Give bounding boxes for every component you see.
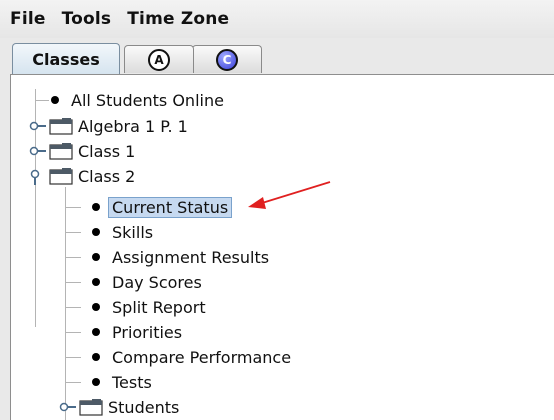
expand-handle-icon[interactable] [29,145,47,157]
tree-connector-h [65,207,81,208]
folder-icon [49,143,73,160]
tree-item-label: Split Report [112,297,206,317]
expand-handle-icon[interactable] [59,401,77,413]
bullet-icon [92,228,100,236]
bullet-icon [92,303,100,311]
tree-connector-h [65,357,81,358]
tree-folder-algebra-1-p-1[interactable]: Algebra 1 P. 1 [49,114,188,138]
folder-icon [79,399,103,416]
tree-item-label: Class 1 [78,141,136,161]
tree-item-day-scores[interactable]: Day Scores [92,270,202,294]
tab-c[interactable]: C [192,45,262,73]
c-badge-glyph: C [222,52,232,67]
tree-item-tests[interactable]: Tests [92,370,152,394]
bullet-icon [92,328,100,336]
tree-item-label: Tests [112,372,152,392]
tree-connector-h [65,257,81,258]
tree-item-label: Class 2 [78,166,136,186]
tree-item-compare-performance[interactable]: Compare Performance [92,345,291,369]
c-badge-icon: C [216,48,238,71]
tree-item-priorities[interactable]: Priorities [92,320,182,344]
tree-item-label: Students [108,397,180,417]
tree-folder-class-1[interactable]: Class 1 [49,139,135,163]
tree-connector-h [65,307,81,308]
folder-icon [49,168,73,185]
tree-item-label: Assignment Results [112,247,270,267]
tab-classes-label: Classes [32,49,100,69]
classes-tree: All Students Online Algebra 1 P. 1 Class… [11,75,554,420]
tree-item-label: Algebra 1 P. 1 [78,116,188,136]
tree-connector-h [65,332,81,333]
tree-item-label-selected: Current Status [108,196,233,218]
tree-item-assignment-results[interactable]: Assignment Results [92,245,269,269]
tree-item-label: All Students Online [71,90,224,110]
tree-folder-students[interactable]: Students [79,395,179,419]
tree-item-label: Priorities [112,322,183,342]
menu-time-zone[interactable]: Time Zone [127,9,229,29]
tab-classes[interactable]: Classes [12,43,120,74]
bullet-icon [92,353,100,361]
bullet-icon [92,378,100,386]
tree-item-label: Compare Performance [112,347,292,367]
menu-tools[interactable]: Tools [62,9,112,29]
main-panel: Classes A C All Students Online Algebra … [0,38,554,420]
tree-folder-class-2[interactable]: Class 2 [49,164,135,188]
menu-bar: File Tools Time Zone [0,0,554,38]
tree-item-skills[interactable]: Skills [92,220,153,244]
tree-connector-h [65,282,81,283]
tree-item-all-students-online[interactable]: All Students Online [51,88,224,112]
tree-item-label: Day Scores [112,272,202,292]
bullet-icon [51,96,59,104]
classes-tree-panel: All Students Online Algebra 1 P. 1 Class… [10,74,554,420]
menu-file[interactable]: File [10,9,46,29]
a-badge-glyph: A [154,52,164,67]
tree-connector-h [65,382,81,383]
bullet-icon [92,203,100,211]
tree-item-label: Skills [112,222,154,242]
tree-item-split-report[interactable]: Split Report [92,295,206,319]
tree-connector-h [35,100,49,101]
a-badge-icon: A [148,48,170,71]
collapse-handle-icon[interactable] [29,169,43,185]
bullet-icon [92,253,100,261]
expand-handle-icon[interactable] [29,120,47,132]
tab-a[interactable]: A [124,45,194,73]
tree-connector-class-2 [65,187,66,420]
tree-connector-h [65,232,81,233]
bullet-icon [92,278,100,286]
folder-icon [49,118,73,135]
tree-item-current-status[interactable]: Current Status [92,195,233,219]
